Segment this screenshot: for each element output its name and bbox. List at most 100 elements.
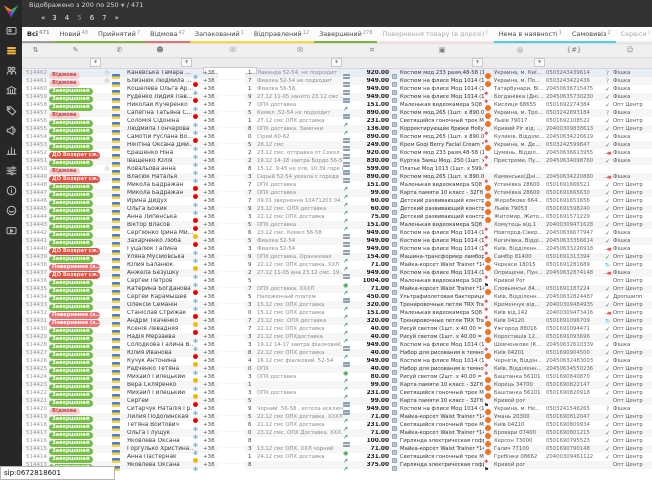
- tab-самовивіз[interactable]: Самовивіз2: [567, 27, 616, 43]
- product-icon[interactable]: ▣: [400, 44, 484, 57]
- order-source: Опт Центр: [613, 182, 647, 188]
- order-total: 949.00: [354, 78, 390, 84]
- filter-dropdown[interactable]: ▼: [181, 58, 192, 67]
- page-button-5[interactable]: 5: [77, 14, 81, 22]
- payment-icon: ↗: [343, 456, 354, 475]
- tracking-return-icon: →✖: [604, 311, 610, 317]
- order-source: Опт Центр: [613, 462, 647, 468]
- order-id: 514446: [22, 198, 49, 204]
- phone-prefix: +38: [203, 70, 218, 76]
- order-total: 154.00: [354, 254, 390, 260]
- phone-last-digit: 0: [248, 134, 257, 140]
- sidebar-item-tags[interactable]: [0, 100, 22, 120]
- tracking-status-icon: ✓: [602, 366, 613, 373]
- order-total: 949.00: [354, 358, 390, 364]
- app-logo-icon[interactable]: [3, 4, 19, 18]
- status-icon[interactable]: ✎: [49, 44, 102, 57]
- order-total: 40.00: [354, 350, 390, 356]
- sidebar-item-video[interactable]: [0, 220, 22, 240]
- phone-last-digit: 5: [248, 398, 257, 404]
- phone-last-digit: 9: [248, 262, 257, 268]
- page-button-4[interactable]: 4: [65, 14, 69, 22]
- tracking-icon[interactable]: {#}: [546, 44, 602, 57]
- tab-count-badge: 2: [607, 30, 610, 36]
- tab-label: Нема в наявності: [499, 30, 558, 38]
- order-source: Опт Центр: [613, 126, 647, 132]
- client-name: Сергей Карамышев: [127, 294, 193, 300]
- tracking-check-icon: ✓: [605, 238, 610, 245]
- sidebar-item-clients[interactable]: [0, 60, 22, 80]
- sidebar-item-warehouse[interactable]: [0, 80, 22, 100]
- tab-новий[interactable]: Новий48: [54, 27, 93, 43]
- last-page-button[interactable]: »: [115, 14, 118, 22]
- tracking-check-icon: ✓: [605, 294, 610, 301]
- product-name: Тренировочные петли TRX Train…: [400, 318, 484, 324]
- product-name: Маленькая видеокамера SQ8 *…: [400, 222, 484, 228]
- client-name: Анна Липенська: [127, 214, 193, 220]
- phone-prefix: +38: [203, 414, 218, 420]
- delivery-address: Кегичівка, Відді…: [494, 238, 546, 244]
- phone-last-digit: 2: [248, 158, 257, 164]
- settings-icon: [6, 165, 17, 176]
- delivery-address: Черкаси 18015: [494, 262, 546, 268]
- phone-icon[interactable]: ☏: [218, 44, 248, 57]
- tracking-check-icon: ✓: [605, 358, 610, 365]
- order-total: 80.00: [354, 374, 390, 380]
- client-name: Тетяна Войтович: [127, 422, 193, 428]
- tab-всі[interactable]: Всі471: [22, 27, 54, 43]
- tab-прийнятий[interactable]: Прийнятий7: [93, 27, 145, 43]
- sidebar-item-settings[interactable]: [0, 160, 22, 180]
- order-source: Фішка: [613, 358, 647, 364]
- phone-last-digit: 5: [248, 142, 257, 148]
- delivery-address: Камянське(Дні…: [494, 174, 546, 180]
- filter-dropdown[interactable]: ▼: [534, 58, 545, 67]
- phone-prefix: +38: [203, 326, 218, 332]
- price-icon[interactable]: ¤: [354, 44, 390, 57]
- sidebar-item-dashboard[interactable]: [0, 20, 22, 40]
- filter-dropdown[interactable]: ▼: [331, 58, 342, 67]
- manager-icon[interactable]: ☺: [613, 44, 647, 57]
- sidebar-item-marketing[interactable]: [0, 120, 22, 140]
- tracking-number: 20450636715475: [546, 86, 602, 92]
- order-total: 949.00: [354, 246, 390, 252]
- phone-prefix: +38: [203, 230, 218, 236]
- call-icon[interactable]: ✆: [112, 44, 127, 57]
- order-source: Фішка: [613, 230, 647, 236]
- order-source: Опт Центр: [613, 390, 647, 396]
- order-total: 136.00: [354, 126, 390, 132]
- order-id: 514414: [22, 454, 49, 460]
- order-source: Опт Центр: [613, 454, 647, 460]
- tracking-status-icon: ✓: [602, 230, 613, 237]
- location-icon[interactable]: ◎: [494, 44, 546, 57]
- tab-сервіси[interactable]: Сервіси0: [616, 27, 652, 43]
- order-id: 514424: [22, 374, 49, 380]
- tab-відмова[interactable]: Відмова42: [145, 27, 190, 43]
- page-button-7[interactable]: 7: [102, 14, 106, 22]
- client-icon[interactable]: ☻: [127, 44, 193, 57]
- page-button-3[interactable]: 3: [52, 14, 56, 22]
- video-icon: [6, 225, 17, 236]
- tab-відправлений[interactable]: Відправлений12: [249, 27, 314, 43]
- page-size-dropdown[interactable]: ▼: [121, 3, 125, 9]
- first-page-button[interactable]: «: [41, 14, 44, 22]
- sort-icon[interactable]: ⇅: [22, 44, 49, 57]
- phone-prefix: +38: [203, 190, 218, 196]
- sidebar-item-orders[interactable]: [0, 40, 22, 60]
- tab-завершений[interactable]: Завершений278: [314, 27, 377, 43]
- page-button-6[interactable]: 6: [90, 14, 94, 22]
- sidebar-item-statistics[interactable]: [0, 140, 22, 160]
- tab-запакований[interactable]: Запакований1: [190, 27, 249, 43]
- tab-повернення-товару-в-дорозі-[interactable]: Повернення товару (в дорозі)0: [377, 27, 493, 43]
- tracking-number: 20450633356614: [546, 238, 602, 244]
- order-total: 949.00: [354, 270, 390, 276]
- order-id: 514428: [22, 342, 49, 348]
- comment-icon[interactable]: ✉: [257, 44, 343, 57]
- order-total: 151.00: [354, 222, 390, 228]
- sidebar-item-info[interactable]: [0, 180, 22, 200]
- order-comment: 22.12 смс ОПХ доставка: [257, 214, 343, 220]
- filter-dropdown[interactable]: ▼: [472, 58, 483, 67]
- tracking-check-icon: ✓: [605, 214, 610, 221]
- sidebar-item-support[interactable]: [0, 200, 22, 220]
- tab-нема-в-наявності[interactable]: Нема в наявності1: [494, 27, 567, 43]
- table-row[interactable]: 514413ЗавершенийЯковлева Оксана✻+388↗375…: [22, 461, 652, 469]
